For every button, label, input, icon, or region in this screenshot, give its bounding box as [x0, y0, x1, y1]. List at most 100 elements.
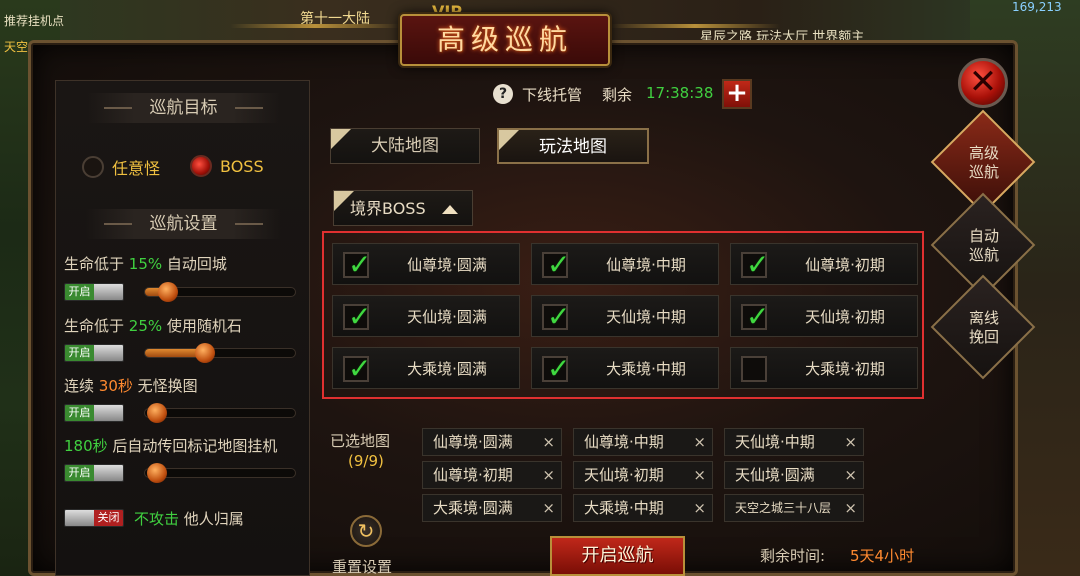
- toggle-knob: [94, 465, 123, 481]
- recommend-spot-text[interactable]: 推荐挂机点: [4, 12, 64, 29]
- realm-boss-dropdown[interactable]: 境界BOSS: [333, 190, 473, 226]
- boss-cell[interactable]: ✓ 天仙境·中期: [531, 295, 719, 337]
- tab-gameplay-label: 玩法地图: [539, 137, 607, 157]
- tab-continent-label: 大陆地图: [371, 136, 439, 156]
- close-icon[interactable]: ×: [844, 462, 857, 488]
- reset-icon[interactable]: ↻: [350, 515, 382, 547]
- boss-name: 大乘境·圆满: [407, 360, 487, 378]
- checkmark-icon: ✓: [348, 352, 372, 385]
- chip-label: 天仙境·圆满: [735, 466, 815, 484]
- chip-label: 仙尊境·初期: [433, 466, 513, 484]
- boss-cell[interactable]: ✓ 仙尊境·中期: [531, 243, 719, 285]
- boss-name: 仙尊境·圆满: [407, 256, 487, 274]
- side-tab-line: 巡航: [968, 163, 999, 181]
- boss-cell[interactable]: ✓ 天仙境·圆满: [332, 295, 520, 337]
- slider-knob[interactable]: [147, 463, 167, 483]
- boss-cell[interactable]: ✓ 仙尊境·初期: [730, 243, 918, 285]
- no-attack-toggle-label: 关闭: [94, 510, 123, 526]
- close-icon[interactable]: ×: [693, 462, 706, 488]
- chip-label: 仙尊境·中期: [584, 433, 664, 451]
- chip-label: 天仙境·中期: [735, 433, 815, 451]
- time-left-value: 5天4小时: [850, 547, 915, 565]
- side-tab-label-advanced: 高级 巡航: [955, 144, 1013, 182]
- boss-cell[interactable]: ✓ 天仙境·初期: [730, 295, 918, 337]
- radio-dot-boss: [190, 155, 212, 177]
- slider-knob[interactable]: [157, 282, 178, 302]
- toggle-knob: [94, 345, 123, 361]
- coordinates: 169,213: [1012, 0, 1062, 14]
- chip-label: 仙尊境·圆满: [433, 433, 513, 451]
- tab-gameplay-map[interactable]: 玩法地图: [497, 128, 649, 164]
- boss-cell[interactable]: ✓ 大乘境·初期: [730, 347, 918, 389]
- radio-label-boss: BOSS: [220, 156, 264, 176]
- close-icon[interactable]: ×: [542, 495, 555, 521]
- checkbox[interactable]: ✓: [343, 300, 371, 333]
- side-tab-label-auto: 自动 巡航: [955, 227, 1013, 265]
- setting-2-toggle[interactable]: 开启: [64, 344, 124, 362]
- selected-chip: 天仙境·初期 ×: [573, 461, 713, 489]
- close-icon[interactable]: ×: [542, 462, 555, 488]
- radio-boss[interactable]: BOSS: [190, 155, 264, 177]
- setting-row-4-label: 180秒 后自动传回标记地图挂机: [64, 435, 277, 456]
- no-attack-toggle[interactable]: 关闭: [64, 509, 124, 527]
- setting-3-toggle[interactable]: 开启: [64, 404, 124, 422]
- setting-3-prefix: 连续: [64, 377, 95, 395]
- selected-chip: 大乘境·圆满 ×: [422, 494, 562, 522]
- setting-2-toggle-label: 开启: [65, 345, 94, 361]
- selected-maps-label: 已选地图: [330, 432, 391, 450]
- add-time-button[interactable]: +: [722, 79, 752, 109]
- setting-1-toggle[interactable]: 开启: [64, 283, 124, 301]
- checkbox[interactable]: ✓: [741, 300, 769, 333]
- setting-1-toggle-label: 开启: [65, 284, 94, 300]
- setting-1-slider[interactable]: [144, 282, 296, 302]
- side-tab-line: 离线: [968, 309, 999, 327]
- boss-name: 天仙境·初期: [805, 308, 885, 326]
- close-icon[interactable]: ×: [693, 429, 706, 455]
- checkbox[interactable]: ✓: [741, 248, 769, 281]
- radio-any-monster[interactable]: 任意怪: [82, 155, 160, 179]
- remain-time: 17:38:38: [646, 84, 714, 102]
- setting-4-slider[interactable]: [144, 463, 296, 483]
- time-left-label: 剩余时间:: [760, 547, 826, 565]
- selected-maps-count: (9/9): [348, 452, 384, 470]
- close-icon[interactable]: ×: [542, 429, 555, 455]
- setting-2-slider[interactable]: [144, 343, 296, 363]
- checkmark-icon: ✓: [348, 300, 372, 333]
- boss-cell[interactable]: ✓ 大乘境·中期: [531, 347, 719, 389]
- side-tab-line: 巡航: [968, 246, 999, 264]
- checkbox[interactable]: ✓: [343, 248, 371, 281]
- boss-cell[interactable]: ✓ 大乘境·圆满: [332, 347, 520, 389]
- boss-cell[interactable]: ✓ 仙尊境·圆满: [332, 243, 520, 285]
- setting-2-suffix: 使用随机石: [166, 317, 242, 335]
- tab-continent-map[interactable]: 大陆地图: [330, 128, 480, 164]
- close-icon[interactable]: ×: [844, 429, 857, 455]
- help-icon[interactable]: ?: [493, 84, 513, 104]
- no-attack-highlight: 不攻击: [134, 510, 180, 528]
- start-cruise-button[interactable]: 开启巡航: [550, 536, 685, 576]
- checkbox[interactable]: ✓: [542, 352, 570, 385]
- checkbox[interactable]: ✓: [542, 300, 570, 333]
- reset-settings-label[interactable]: 重置设置: [332, 556, 392, 576]
- checkbox[interactable]: ✓: [542, 248, 570, 281]
- setting-row-3-label: 连续 30秒 无怪换图: [64, 375, 198, 396]
- setting-3-slider[interactable]: [144, 403, 296, 423]
- close-icon[interactable]: ×: [693, 495, 706, 521]
- checkmark-icon: ✓: [547, 248, 571, 281]
- side-tab-label-offline: 离线 挽回: [955, 309, 1013, 347]
- selected-chip: 仙尊境·初期 ×: [422, 461, 562, 489]
- setting-4-toggle[interactable]: 开启: [64, 464, 124, 482]
- slider-knob[interactable]: [147, 403, 167, 423]
- dropdown-corner-badge: [334, 191, 354, 211]
- checkmark-icon: ✓: [348, 248, 372, 281]
- checkbox[interactable]: ✓: [741, 356, 767, 382]
- checkmark-icon: ✓: [547, 300, 571, 333]
- checkbox[interactable]: ✓: [343, 352, 371, 385]
- slider-knob[interactable]: [195, 343, 215, 363]
- setting-1-value: 15%: [128, 255, 163, 273]
- close-icon[interactable]: ×: [844, 495, 857, 521]
- radio-dot-any: [82, 156, 104, 178]
- selected-chip: 天仙境·中期 ×: [724, 428, 864, 456]
- close-button[interactable]: ✕: [958, 58, 1008, 108]
- side-tab-line: 自动: [968, 227, 999, 245]
- boss-name: 天仙境·中期: [606, 308, 686, 326]
